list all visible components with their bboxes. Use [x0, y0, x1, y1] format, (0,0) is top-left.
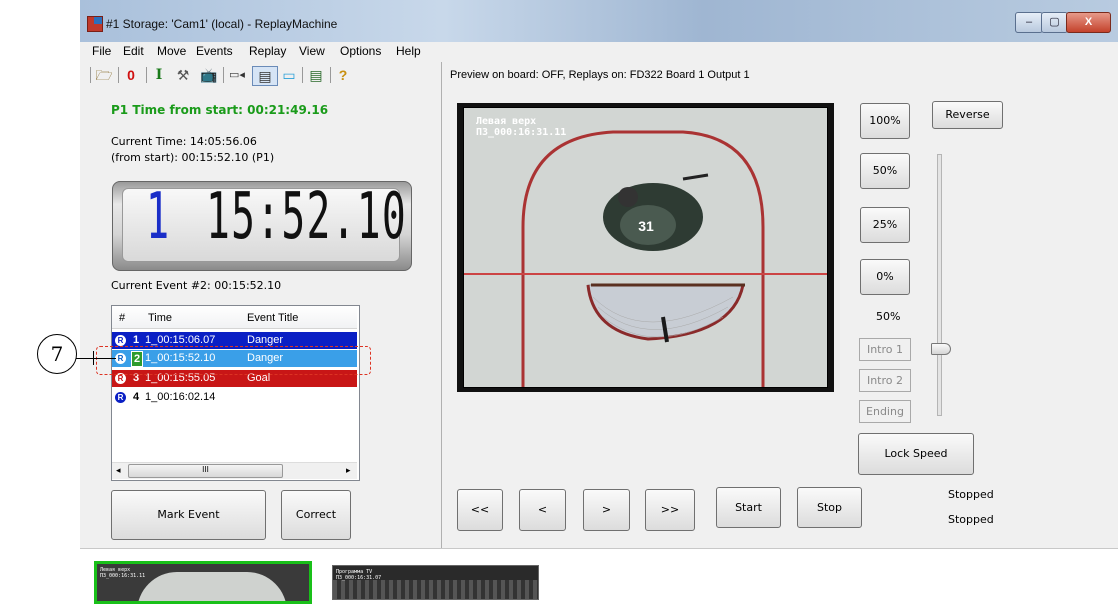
- thumbnail-timecode: П3_000:16:31.11: [100, 573, 146, 579]
- minimize-button[interactable]: –: [1015, 12, 1043, 33]
- menu-replay[interactable]: Replay: [249, 44, 286, 58]
- mark-event-button[interactable]: Mark Event: [111, 490, 266, 540]
- tv-icon[interactable]: 📺: [200, 66, 218, 84]
- event-time: 1_00:16:02.14: [145, 391, 216, 403]
- menu-options[interactable]: Options: [340, 44, 381, 58]
- video-preview[interactable]: 31: [463, 107, 828, 388]
- zero-icon[interactable]: 0: [124, 66, 138, 84]
- toolbar-separator: [223, 67, 224, 83]
- speed-slider-thumb[interactable]: [931, 343, 951, 355]
- column-header-event-title[interactable]: Event Title: [247, 312, 298, 324]
- current-time: Current Time: 14:05:56.06: [111, 135, 257, 148]
- scroll-left-arrow-icon[interactable]: ◂: [116, 465, 121, 476]
- callout-leader-tick: [93, 351, 94, 365]
- scrollbar-thumb[interactable]: III: [128, 464, 283, 478]
- speed-25-button[interactable]: 25%: [860, 207, 910, 243]
- timecode-value: 15:52.10: [206, 180, 408, 254]
- speed-100-button[interactable]: 100%: [860, 103, 910, 139]
- intro-1-button[interactable]: Intro 1: [859, 338, 911, 361]
- input-icon[interactable]: I: [152, 66, 166, 84]
- toolbar-grip: [90, 67, 91, 83]
- from-start-time: (from start): 00:15:52.10 (P1): [111, 151, 275, 164]
- toolbar-separator: [302, 67, 303, 83]
- player-number: 31: [638, 218, 654, 234]
- close-button[interactable]: X: [1066, 12, 1111, 33]
- p1-time-from-start: P1 Time from start: 00:21:49.16: [111, 103, 329, 117]
- window-title: #1 Storage: 'Cam1' (local) - ReplayMachi…: [106, 17, 338, 31]
- replay-icon: R: [115, 335, 126, 346]
- hockey-rink-image: 31: [463, 107, 828, 388]
- toolbar-separator: [146, 67, 147, 83]
- camera-icon[interactable]: ▭◂: [228, 66, 246, 84]
- callout-number: 7: [37, 334, 77, 374]
- panel-divider[interactable]: [441, 62, 442, 548]
- speed-value: 50%: [876, 310, 901, 323]
- video-timecode-label: П3_000:16:31.11: [476, 127, 567, 138]
- rewind-button[interactable]: <<: [457, 489, 503, 531]
- scroll-right-arrow-icon[interactable]: ▸: [346, 465, 351, 476]
- lock-speed-button[interactable]: Lock Speed: [858, 433, 974, 475]
- event-row[interactable]: R 4 1_00:16:02.14: [112, 389, 357, 406]
- speed-50-button[interactable]: 50%: [860, 153, 910, 189]
- stop-button[interactable]: Stop: [797, 487, 862, 528]
- event-number: 4: [133, 391, 140, 403]
- callout-leader-line: [76, 358, 116, 359]
- display-icon[interactable]: ▭: [280, 66, 298, 84]
- menu-file[interactable]: File: [92, 44, 111, 58]
- app-icon: [87, 16, 103, 32]
- playback-status: Stopped: [948, 488, 994, 501]
- reverse-button[interactable]: Reverse: [932, 101, 1003, 129]
- callout-highlight: [96, 346, 371, 375]
- video-camera-label: Левая верх: [476, 116, 537, 127]
- open-folder-icon[interactable]: 🗁: [95, 66, 113, 84]
- previous-frame-button[interactable]: <: [519, 489, 566, 531]
- ending-button[interactable]: Ending: [859, 400, 911, 423]
- column-header-number[interactable]: #: [119, 312, 125, 324]
- monitor-icon[interactable]: ▤: [252, 66, 278, 86]
- list-icon[interactable]: ▤: [307, 66, 325, 84]
- replay-icon: R: [115, 392, 126, 403]
- start-button[interactable]: Start: [716, 487, 781, 528]
- menu-edit[interactable]: Edit: [123, 44, 144, 58]
- output-status: Stopped: [948, 513, 994, 526]
- menu-events[interactable]: Events: [196, 44, 233, 58]
- menu-bar: [80, 42, 1118, 60]
- camera-thumbnail[interactable]: Программа TV П3_000:16:31.07: [332, 565, 539, 600]
- preview-status: Preview on board: OFF, Replays on: FD322…: [450, 69, 750, 81]
- column-header-time[interactable]: Time: [148, 312, 172, 324]
- menu-view[interactable]: View: [299, 44, 325, 58]
- toolbar-separator: [330, 67, 331, 83]
- speed-0-button[interactable]: 0%: [860, 259, 910, 295]
- timecode-period: 1: [146, 180, 171, 254]
- intro-2-button[interactable]: Intro 2: [859, 369, 911, 392]
- maximize-button[interactable]: ▢: [1041, 12, 1068, 33]
- tools-icon[interactable]: ⚒: [174, 66, 192, 84]
- fast-forward-button[interactable]: >>: [645, 489, 695, 531]
- next-frame-button[interactable]: >: [583, 489, 630, 531]
- help-icon[interactable]: ?: [336, 66, 350, 84]
- speed-slider-track[interactable]: [937, 154, 942, 416]
- current-event: Current Event #2: 00:15:52.10: [111, 279, 282, 292]
- menu-help[interactable]: Help: [396, 44, 421, 58]
- menu-move[interactable]: Move: [157, 44, 186, 58]
- correct-button[interactable]: Correct: [281, 490, 351, 540]
- toolbar-separator: [118, 67, 119, 83]
- thumbnail-timecode: П3_000:16:31.07: [336, 575, 382, 581]
